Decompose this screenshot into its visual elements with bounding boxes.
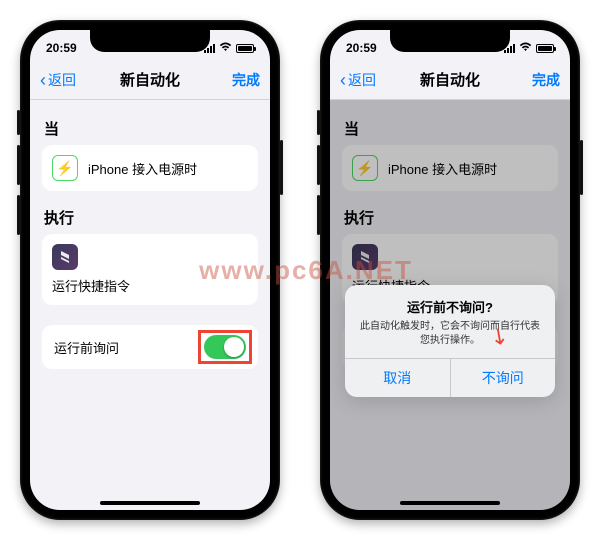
notch bbox=[90, 30, 210, 52]
confirm-alert: 运行前不询问? 此自动化触发时，它会不询问而自行代表您执行操作。 取消 不询问 bbox=[345, 285, 555, 397]
alert-message: 此自动化触发时，它会不询问而自行代表您执行操作。 bbox=[359, 320, 541, 348]
home-indicator[interactable] bbox=[100, 501, 200, 505]
phone-right: 20:59 ‹ 返回 新自动化 完成 当 bbox=[320, 20, 580, 520]
when-condition-card[interactable]: ⚡ iPhone 接入电源时 bbox=[42, 145, 258, 191]
alert-confirm-button[interactable]: 不询问 bbox=[450, 359, 556, 397]
chevron-left-icon: ‹ bbox=[340, 71, 346, 89]
phone-left: 20:59 ‹ 返回 新自动化 完成 当 bbox=[20, 20, 280, 520]
page-title: 新自动化 bbox=[420, 69, 480, 90]
chevron-left-icon: ‹ bbox=[40, 71, 46, 89]
charging-icon: ⚡ bbox=[52, 155, 78, 181]
toggle-label: 运行前询问 bbox=[54, 338, 119, 357]
nav-bar: ‹ 返回 新自动化 完成 bbox=[30, 60, 270, 100]
alert-title: 运行前不询问? bbox=[359, 297, 541, 316]
back-label: 返回 bbox=[48, 70, 76, 90]
shortcut-icon bbox=[52, 244, 78, 270]
alert-cancel-button[interactable]: 取消 bbox=[345, 359, 450, 397]
back-label: 返回 bbox=[348, 70, 376, 90]
ask-before-run-row[interactable]: 运行前询问 bbox=[42, 325, 258, 369]
do-action-text: 运行快捷指令 bbox=[52, 276, 130, 295]
when-condition-text: iPhone 接入电源时 bbox=[88, 159, 197, 178]
done-button[interactable]: 完成 bbox=[532, 70, 560, 90]
do-action-card[interactable]: 运行快捷指令 bbox=[42, 234, 258, 305]
battery-icon bbox=[536, 44, 554, 53]
back-button[interactable]: ‹ 返回 bbox=[40, 70, 76, 90]
wifi-icon bbox=[219, 41, 232, 55]
home-indicator[interactable] bbox=[400, 501, 500, 505]
nav-bar: ‹ 返回 新自动化 完成 bbox=[330, 60, 570, 100]
battery-icon bbox=[236, 44, 254, 53]
page-title: 新自动化 bbox=[120, 69, 180, 90]
ask-toggle-switch[interactable] bbox=[204, 335, 246, 359]
status-time: 20:59 bbox=[346, 41, 377, 55]
section-do-label: 执行 bbox=[44, 207, 256, 228]
done-button[interactable]: 完成 bbox=[232, 70, 260, 90]
back-button[interactable]: ‹ 返回 bbox=[340, 70, 376, 90]
notch bbox=[390, 30, 510, 52]
section-when-label: 当 bbox=[44, 118, 256, 139]
status-time: 20:59 bbox=[46, 41, 77, 55]
wifi-icon bbox=[519, 41, 532, 55]
